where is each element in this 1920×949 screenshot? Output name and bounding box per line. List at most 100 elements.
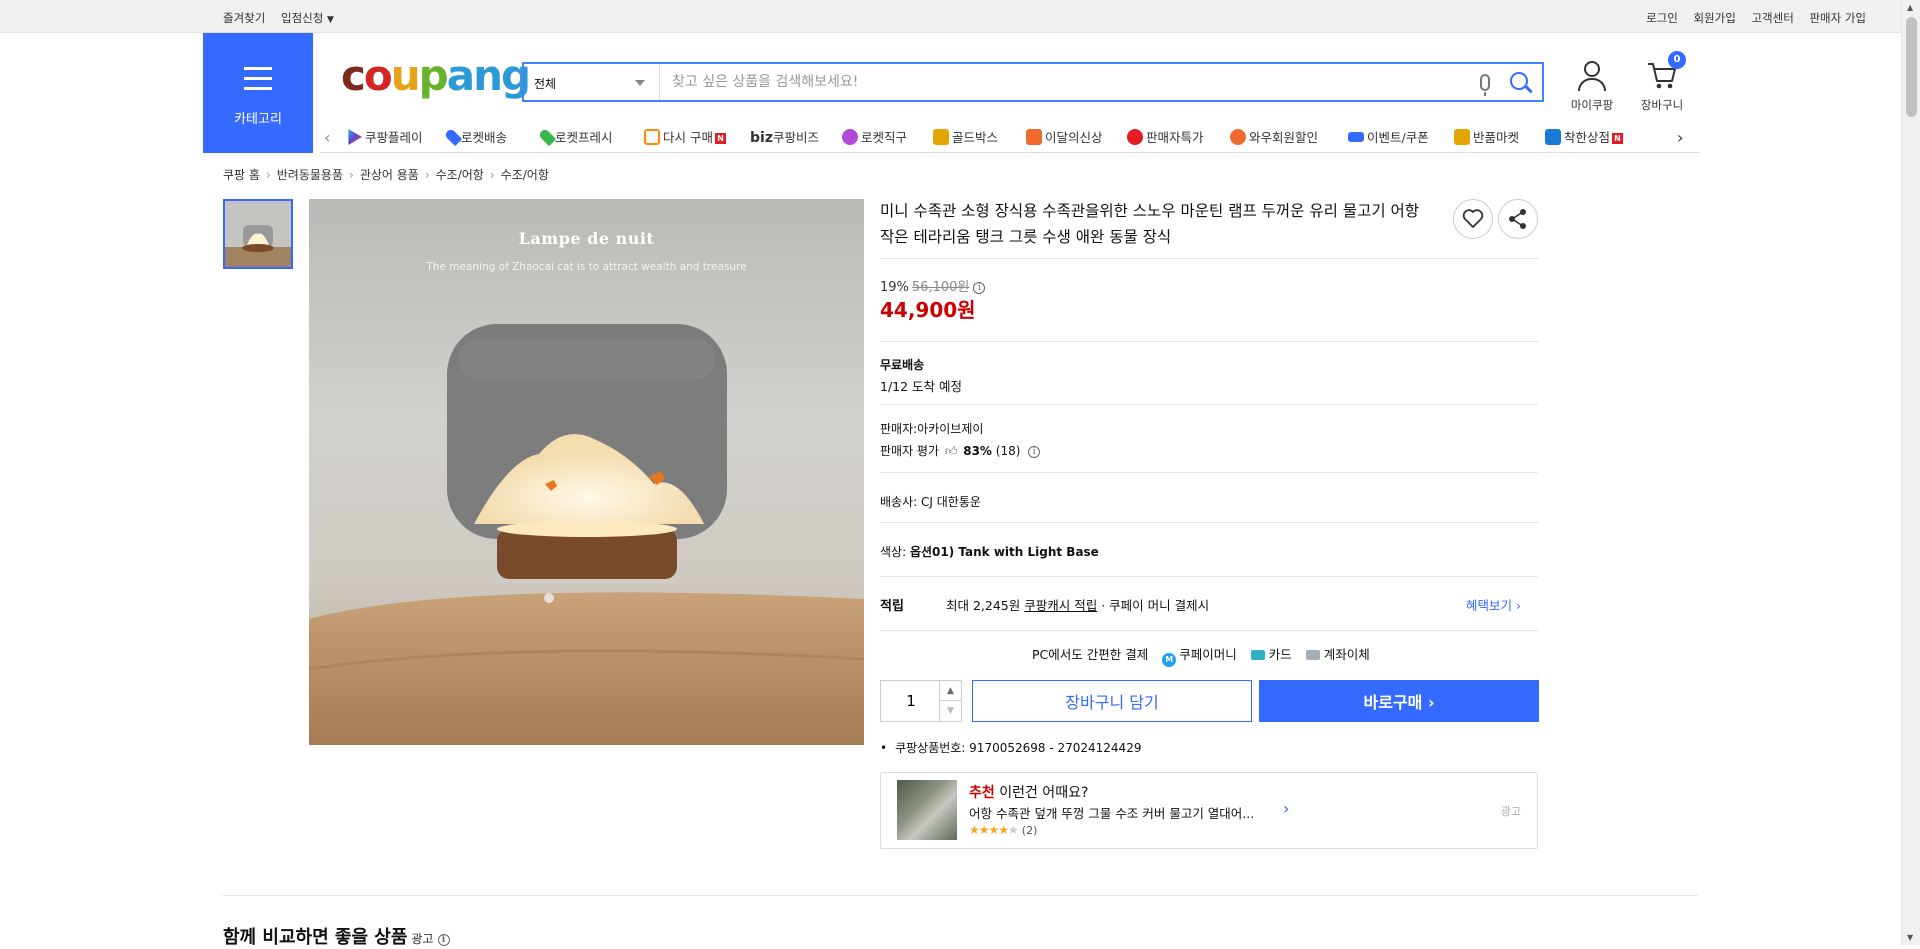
page-scrollbar[interactable]: ▲ ▼ [1901,0,1920,945]
search-icon[interactable] [1510,72,1528,90]
category-shortcut-nav: 쿠팡플레이 로켓배송 로켓프레시 다시 구매 N biz쿠팡비즈 로켓직구 골드박… [320,124,1700,152]
search-input[interactable] [670,70,1470,94]
rebuy-icon [644,129,660,145]
percent-icon [1127,129,1143,145]
breadcrumb-aquarium-goods[interactable]: 관상어 용품 [360,168,419,182]
divider [880,576,1538,577]
seller-apply-link[interactable]: 입점신청 ▼ [281,11,334,25]
caret-down-icon: ▼ [326,15,334,25]
chevron-right-icon: › [1516,598,1521,613]
login-link[interactable]: 로그인 [1646,11,1678,25]
nav-item-good-shop[interactable]: 착한상점 N [1545,127,1624,146]
price-discount-info: 19% 56,100원 i [880,276,986,295]
scrollbar-thumb[interactable] [1906,17,1917,117]
share-button[interactable] [1498,199,1538,239]
divider [223,895,1698,896]
thumbs-up-icon: 👍︎ [944,444,958,458]
top-utility-bar: 즐겨찾기 입점신청 ▼ 로그인 회원가입 고객센터 판매자 가입 [0,0,1901,33]
courier-info: 배송사: CJ 대한통운 [880,495,981,509]
customer-center-link[interactable]: 고객센터 [1751,11,1793,25]
nav-item-goldbox[interactable]: 골드박스 [933,127,998,146]
coupang-logo[interactable]: coupang [341,55,531,97]
cart-icon: 0 [1646,51,1686,91]
arrival-date: 1/12 도착 예정 [880,379,963,394]
buy-now-button[interactable]: 바로구매 › [1259,680,1539,722]
divider [880,404,1538,405]
bank-icon [1305,650,1320,660]
new-badge: N [1612,133,1624,144]
scroll-down-icon[interactable]: ▼ [1907,933,1913,942]
rocket-fresh-icon [537,127,557,147]
new-badge: N [714,133,726,144]
color-option[interactable]: 색상: 옵션01) Tank with Light Base [880,543,1099,560]
info-icon[interactable]: i [1028,446,1041,458]
chevron-right-icon: › [349,168,354,182]
signup-link[interactable]: 회원가입 [1693,11,1735,25]
night-lamp-illustration [309,324,864,745]
play-icon [348,129,362,145]
chevron-right-icon: › [424,168,430,182]
nav-item-return-market[interactable]: 반품마켓 [1454,127,1519,146]
coupay-icon: M [1162,653,1177,667]
seller-name[interactable]: 판매자:아카이브제이 [880,420,983,437]
bank-transfer: 계좌이체 [1305,644,1370,663]
nav-item-rebuy[interactable]: 다시 구매 N [644,127,726,146]
nav-item-coupangplay[interactable]: 쿠팡플레이 [346,127,423,146]
recommendation-image[interactable] [897,780,957,840]
cart-count-badge: 0 [1668,51,1686,69]
seller-rating: 판매자 평가 👍︎ 83% (18) i [880,442,1041,459]
mycoupang-label: 마이쿠팡 [1570,98,1614,112]
breadcrumb-tank-current[interactable]: 수조/어항 [501,168,549,182]
info-icon[interactable]: i [973,282,986,294]
mycoupang-button[interactable]: 마이쿠팡 [1568,61,1616,113]
user-icon [1578,61,1606,91]
chevron-right-icon[interactable]: › [1283,799,1289,818]
new-icon [1026,129,1042,145]
nav-next-icon[interactable]: › [1677,128,1683,147]
category-menu-button[interactable]: 카테고리 [203,33,313,153]
nav-item-wow[interactable]: 와우회원할인 [1230,127,1318,146]
breadcrumb-home[interactable]: 쿠팡 홈 [223,168,260,182]
nav-item-rocketfresh[interactable]: 로켓프레시 [537,127,613,147]
product-main-image[interactable]: Lampe de nuit The meaning of Zhaocai cat… [309,199,864,745]
add-to-cart-button[interactable]: 장바구니 담기 [972,680,1252,722]
goldbox-icon [933,129,949,145]
wow-icon [1230,129,1246,145]
recommendation-description[interactable]: 어항 수족관 덮개 뚜껑 그물 수조 커버 물고기 열대어... [969,803,1254,822]
nav-item-biz[interactable]: biz쿠팡비즈 [750,127,819,146]
info-icon[interactable]: i [437,934,450,946]
divider [880,258,1538,259]
compare-section-title: 함께 비교하면 좋을 상품 광고 i [223,923,450,949]
divider [880,472,1538,473]
payment-methods: PC에서도 간편한 결제 M 쿠페이머니 카드 계좌이체 [1032,644,1370,667]
nav-item-event[interactable]: 이벤트/쿠폰 [1348,127,1429,146]
breadcrumb-tank[interactable]: 수조/어항 [436,168,484,182]
wishlist-button[interactable] [1453,199,1493,239]
cart-button[interactable]: 0 장바구니 [1636,51,1688,113]
nav-item-seller-deal[interactable]: 판매자특가 [1127,127,1204,146]
discount-rate: 19% [880,280,909,295]
product-thumbnail[interactable] [223,199,293,269]
search-bar: 전체 [522,62,1544,102]
quantity-increase-button[interactable]: ▲ [939,681,961,701]
scroll-up-icon[interactable]: ▲ [1907,3,1913,12]
search-category-select[interactable]: 전체 [524,64,660,100]
quantity-input[interactable] [881,681,941,721]
original-price: 56,100원 [911,280,970,295]
recommendation-card[interactable]: 추천 이런건 어때요? 어항 수족관 덮개 뚜껑 그물 수조 커버 물고기 열대… [880,772,1538,849]
nav-item-new[interactable]: 이달의신상 [1026,127,1103,146]
breadcrumb-pet[interactable]: 반려동물용품 [277,168,343,182]
cash-reward-link[interactable]: 쿠팡캐시 적립 [1024,598,1097,613]
microphone-icon[interactable] [1480,74,1490,96]
category-label: 카테고리 [234,112,282,127]
ad-label: 광고 [1500,805,1521,818]
product-number: 쿠팡상품번호: 9170052698 - 27024124429 [880,739,1141,756]
seller-signup-link[interactable]: 판매자 가입 [1809,11,1866,25]
quantity-decrease-button[interactable]: ▼ [939,701,961,721]
benefit-link[interactable]: 혜택보기 › [1466,595,1521,614]
nav-item-rocket[interactable]: 로켓배송 [443,127,507,147]
bookmark-link[interactable]: 즐겨찾기 [223,11,265,25]
coupay-money: M 쿠페이머니 [1162,644,1237,667]
search-category-value: 전체 [534,77,557,91]
nav-item-global[interactable]: 로켓직구 [842,127,907,146]
